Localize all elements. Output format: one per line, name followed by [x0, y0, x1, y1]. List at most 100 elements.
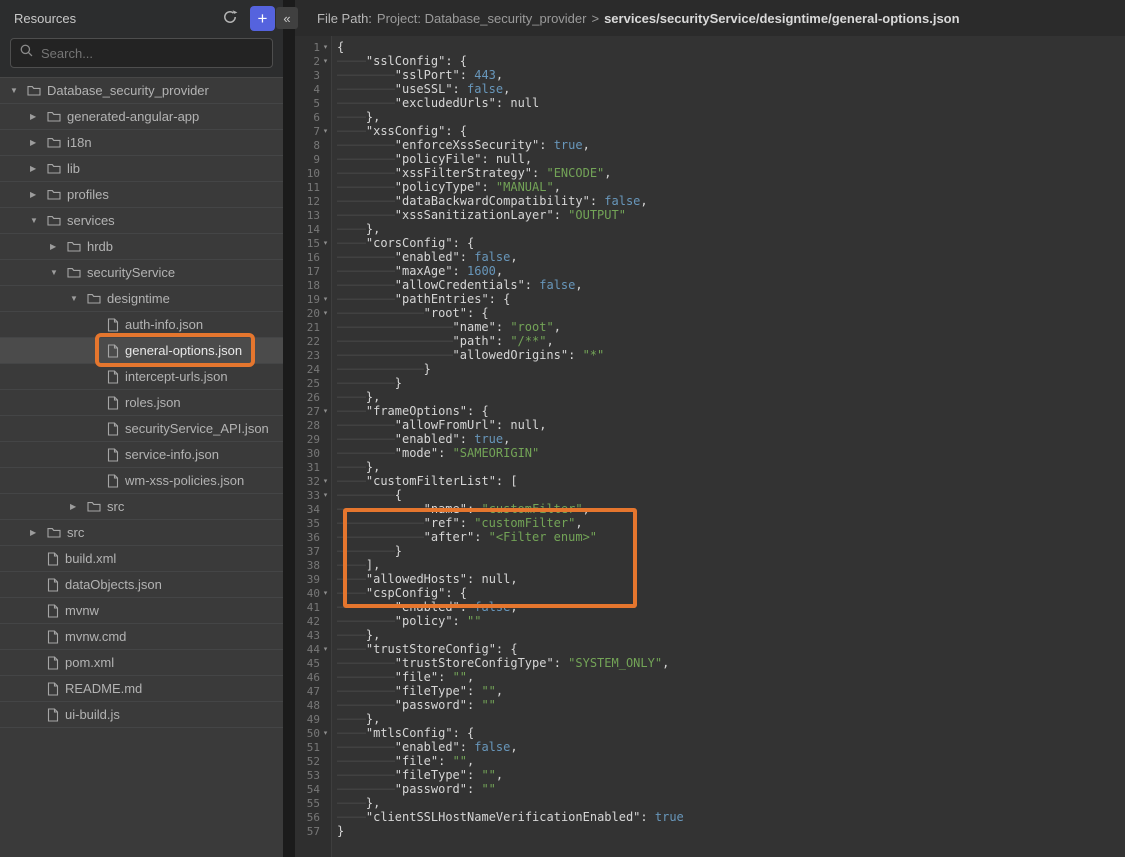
collapse-arrow-icon[interactable]: ▼ [10, 86, 27, 95]
tree-item-ui-build.js[interactable]: ui-build.js [0, 702, 283, 728]
tree-item-mvnw.cmd[interactable]: mvnw.cmd [0, 624, 283, 650]
tree-item-build.xml[interactable]: build.xml [0, 546, 283, 572]
code-line[interactable]: "xssFilterStrategy": "ENCODE", [337, 166, 1125, 180]
code-line[interactable]: "trustStoreConfigType": "SYSTEM_ONLY", [337, 656, 1125, 670]
code-line[interactable]: "enabled": false, [337, 740, 1125, 754]
expand-arrow-icon[interactable]: ▶ [70, 502, 87, 511]
code-line[interactable]: }, [337, 796, 1125, 810]
code-line[interactable]: "root": { [337, 306, 1125, 320]
code-line[interactable]: }, [337, 222, 1125, 236]
code-line[interactable]: "useSSL": false, [337, 82, 1125, 96]
code-line[interactable]: "excludedUrls": null [337, 96, 1125, 110]
fold-arrow-icon[interactable]: ▾ [320, 729, 331, 737]
code-line[interactable]: { [337, 40, 1125, 54]
expand-arrow-icon[interactable]: ▶ [30, 112, 47, 121]
collapse-sidebar-button[interactable]: « [276, 7, 298, 29]
fold-arrow-icon[interactable]: ▾ [320, 645, 331, 653]
tree-item-dataObjects.json[interactable]: dataObjects.json [0, 572, 283, 598]
fold-arrow-icon[interactable]: ▾ [320, 43, 331, 51]
search-input[interactable] [41, 46, 241, 61]
code-line[interactable]: "file": "", [337, 670, 1125, 684]
tree-item-intercept-urls.json[interactable]: intercept-urls.json [0, 364, 283, 390]
code-line[interactable]: } [337, 544, 1125, 558]
collapse-arrow-icon[interactable]: ▼ [70, 294, 87, 303]
tree-item-i18n[interactable]: ▶i18n [0, 130, 283, 156]
code-line[interactable]: "customFilterList": [ [337, 474, 1125, 488]
tree-item-service-info.json[interactable]: service-info.json [0, 442, 283, 468]
tree-item-lib[interactable]: ▶lib [0, 156, 283, 182]
collapse-arrow-icon[interactable]: ▼ [30, 216, 47, 225]
code-content[interactable]: {"sslConfig": {"sslPort": 443,"useSSL": … [332, 36, 1125, 857]
tree-item-Database_security_provider[interactable]: ▼Database_security_provider [0, 78, 283, 104]
code-line[interactable]: }, [337, 628, 1125, 642]
code-line[interactable]: "enabled": false, [337, 600, 1125, 614]
tree-item-securityService_API.json[interactable]: securityService_API.json [0, 416, 283, 442]
code-line[interactable]: "dataBackwardCompatibility": false, [337, 194, 1125, 208]
tree-item-profiles[interactable]: ▶profiles [0, 182, 283, 208]
code-line[interactable]: "path": "/**", [337, 334, 1125, 348]
tree-item-designtime[interactable]: ▼designtime [0, 286, 283, 312]
add-resource-button[interactable]: + [250, 6, 275, 31]
code-line[interactable]: "clientSSLHostNameVerificationEnabled": … [337, 810, 1125, 824]
code-line[interactable]: "mode": "SAMEORIGIN" [337, 446, 1125, 460]
code-line[interactable]: } [337, 362, 1125, 376]
code-line[interactable]: "allowFromUrl": null, [337, 418, 1125, 432]
code-line[interactable]: "xssConfig": { [337, 124, 1125, 138]
code-line[interactable]: "policy": "" [337, 614, 1125, 628]
code-line[interactable]: "enabled": true, [337, 432, 1125, 446]
expand-arrow-icon[interactable]: ▶ [30, 138, 47, 147]
code-line[interactable]: } [337, 824, 1125, 838]
tree-item-wm-xss-policies.json[interactable]: wm-xss-policies.json [0, 468, 283, 494]
fold-arrow-icon[interactable]: ▾ [320, 589, 331, 597]
tree-item-src[interactable]: ▶src [0, 520, 283, 546]
fold-arrow-icon[interactable]: ▾ [320, 407, 331, 415]
expand-arrow-icon[interactable]: ▶ [30, 528, 47, 537]
code-line[interactable]: "password": "" [337, 698, 1125, 712]
tree-item-services[interactable]: ▼services [0, 208, 283, 234]
code-line[interactable]: "allowedHosts": null, [337, 572, 1125, 586]
fold-arrow-icon[interactable]: ▾ [320, 309, 331, 317]
tree-item-generated-angular-app[interactable]: ▶generated-angular-app [0, 104, 283, 130]
code-line[interactable]: "after": "<Filter enum>" [337, 530, 1125, 544]
code-line[interactable]: "name": "customFilter", [337, 502, 1125, 516]
code-line[interactable]: "mtlsConfig": { [337, 726, 1125, 740]
expand-arrow-icon[interactable]: ▶ [50, 242, 67, 251]
code-line[interactable]: "file": "", [337, 754, 1125, 768]
fold-arrow-icon[interactable]: ▾ [320, 57, 331, 65]
code-line[interactable]: "policyType": "MANUAL", [337, 180, 1125, 194]
tree-item-securityService[interactable]: ▼securityService [0, 260, 283, 286]
code-line[interactable]: "xssSanitizationLayer": "OUTPUT" [337, 208, 1125, 222]
code-line[interactable]: "enforceXssSecurity": true, [337, 138, 1125, 152]
code-line[interactable]: "cspConfig": { [337, 586, 1125, 600]
tree-item-README.md[interactable]: README.md [0, 676, 283, 702]
code-line[interactable]: "frameOptions": { [337, 404, 1125, 418]
code-line[interactable]: "corsConfig": { [337, 236, 1125, 250]
code-line[interactable]: }, [337, 460, 1125, 474]
code-line[interactable]: "password": "" [337, 782, 1125, 796]
tree-item-mvnw[interactable]: mvnw [0, 598, 283, 624]
collapse-arrow-icon[interactable]: ▼ [50, 268, 67, 277]
code-line[interactable]: "enabled": false, [337, 250, 1125, 264]
tree-item-general-options.json[interactable]: general-options.json [0, 338, 283, 364]
code-line[interactable]: "policyFile": null, [337, 152, 1125, 166]
tree-item-src[interactable]: ▶src [0, 494, 283, 520]
tree-item-hrdb[interactable]: ▶hrdb [0, 234, 283, 260]
code-line[interactable]: "fileType": "", [337, 768, 1125, 782]
tree-item-roles.json[interactable]: roles.json [0, 390, 283, 416]
code-line[interactable]: "allowedOrigins": "*" [337, 348, 1125, 362]
code-line[interactable]: "allowCredentials": false, [337, 278, 1125, 292]
fold-arrow-icon[interactable]: ▾ [320, 127, 331, 135]
fold-arrow-icon[interactable]: ▾ [320, 295, 331, 303]
code-line[interactable]: "sslPort": 443, [337, 68, 1125, 82]
code-line[interactable]: "pathEntries": { [337, 292, 1125, 306]
code-line[interactable]: "sslConfig": { [337, 54, 1125, 68]
fold-arrow-icon[interactable]: ▾ [320, 491, 331, 499]
code-line[interactable]: }, [337, 390, 1125, 404]
fold-arrow-icon[interactable]: ▾ [320, 239, 331, 247]
code-line[interactable]: "trustStoreConfig": { [337, 642, 1125, 656]
code-line[interactable]: } [337, 376, 1125, 390]
code-line[interactable]: ], [337, 558, 1125, 572]
tree-item-auth-info.json[interactable]: auth-info.json [0, 312, 283, 338]
code-line[interactable]: "name": "root", [337, 320, 1125, 334]
refresh-button[interactable] [218, 6, 242, 30]
